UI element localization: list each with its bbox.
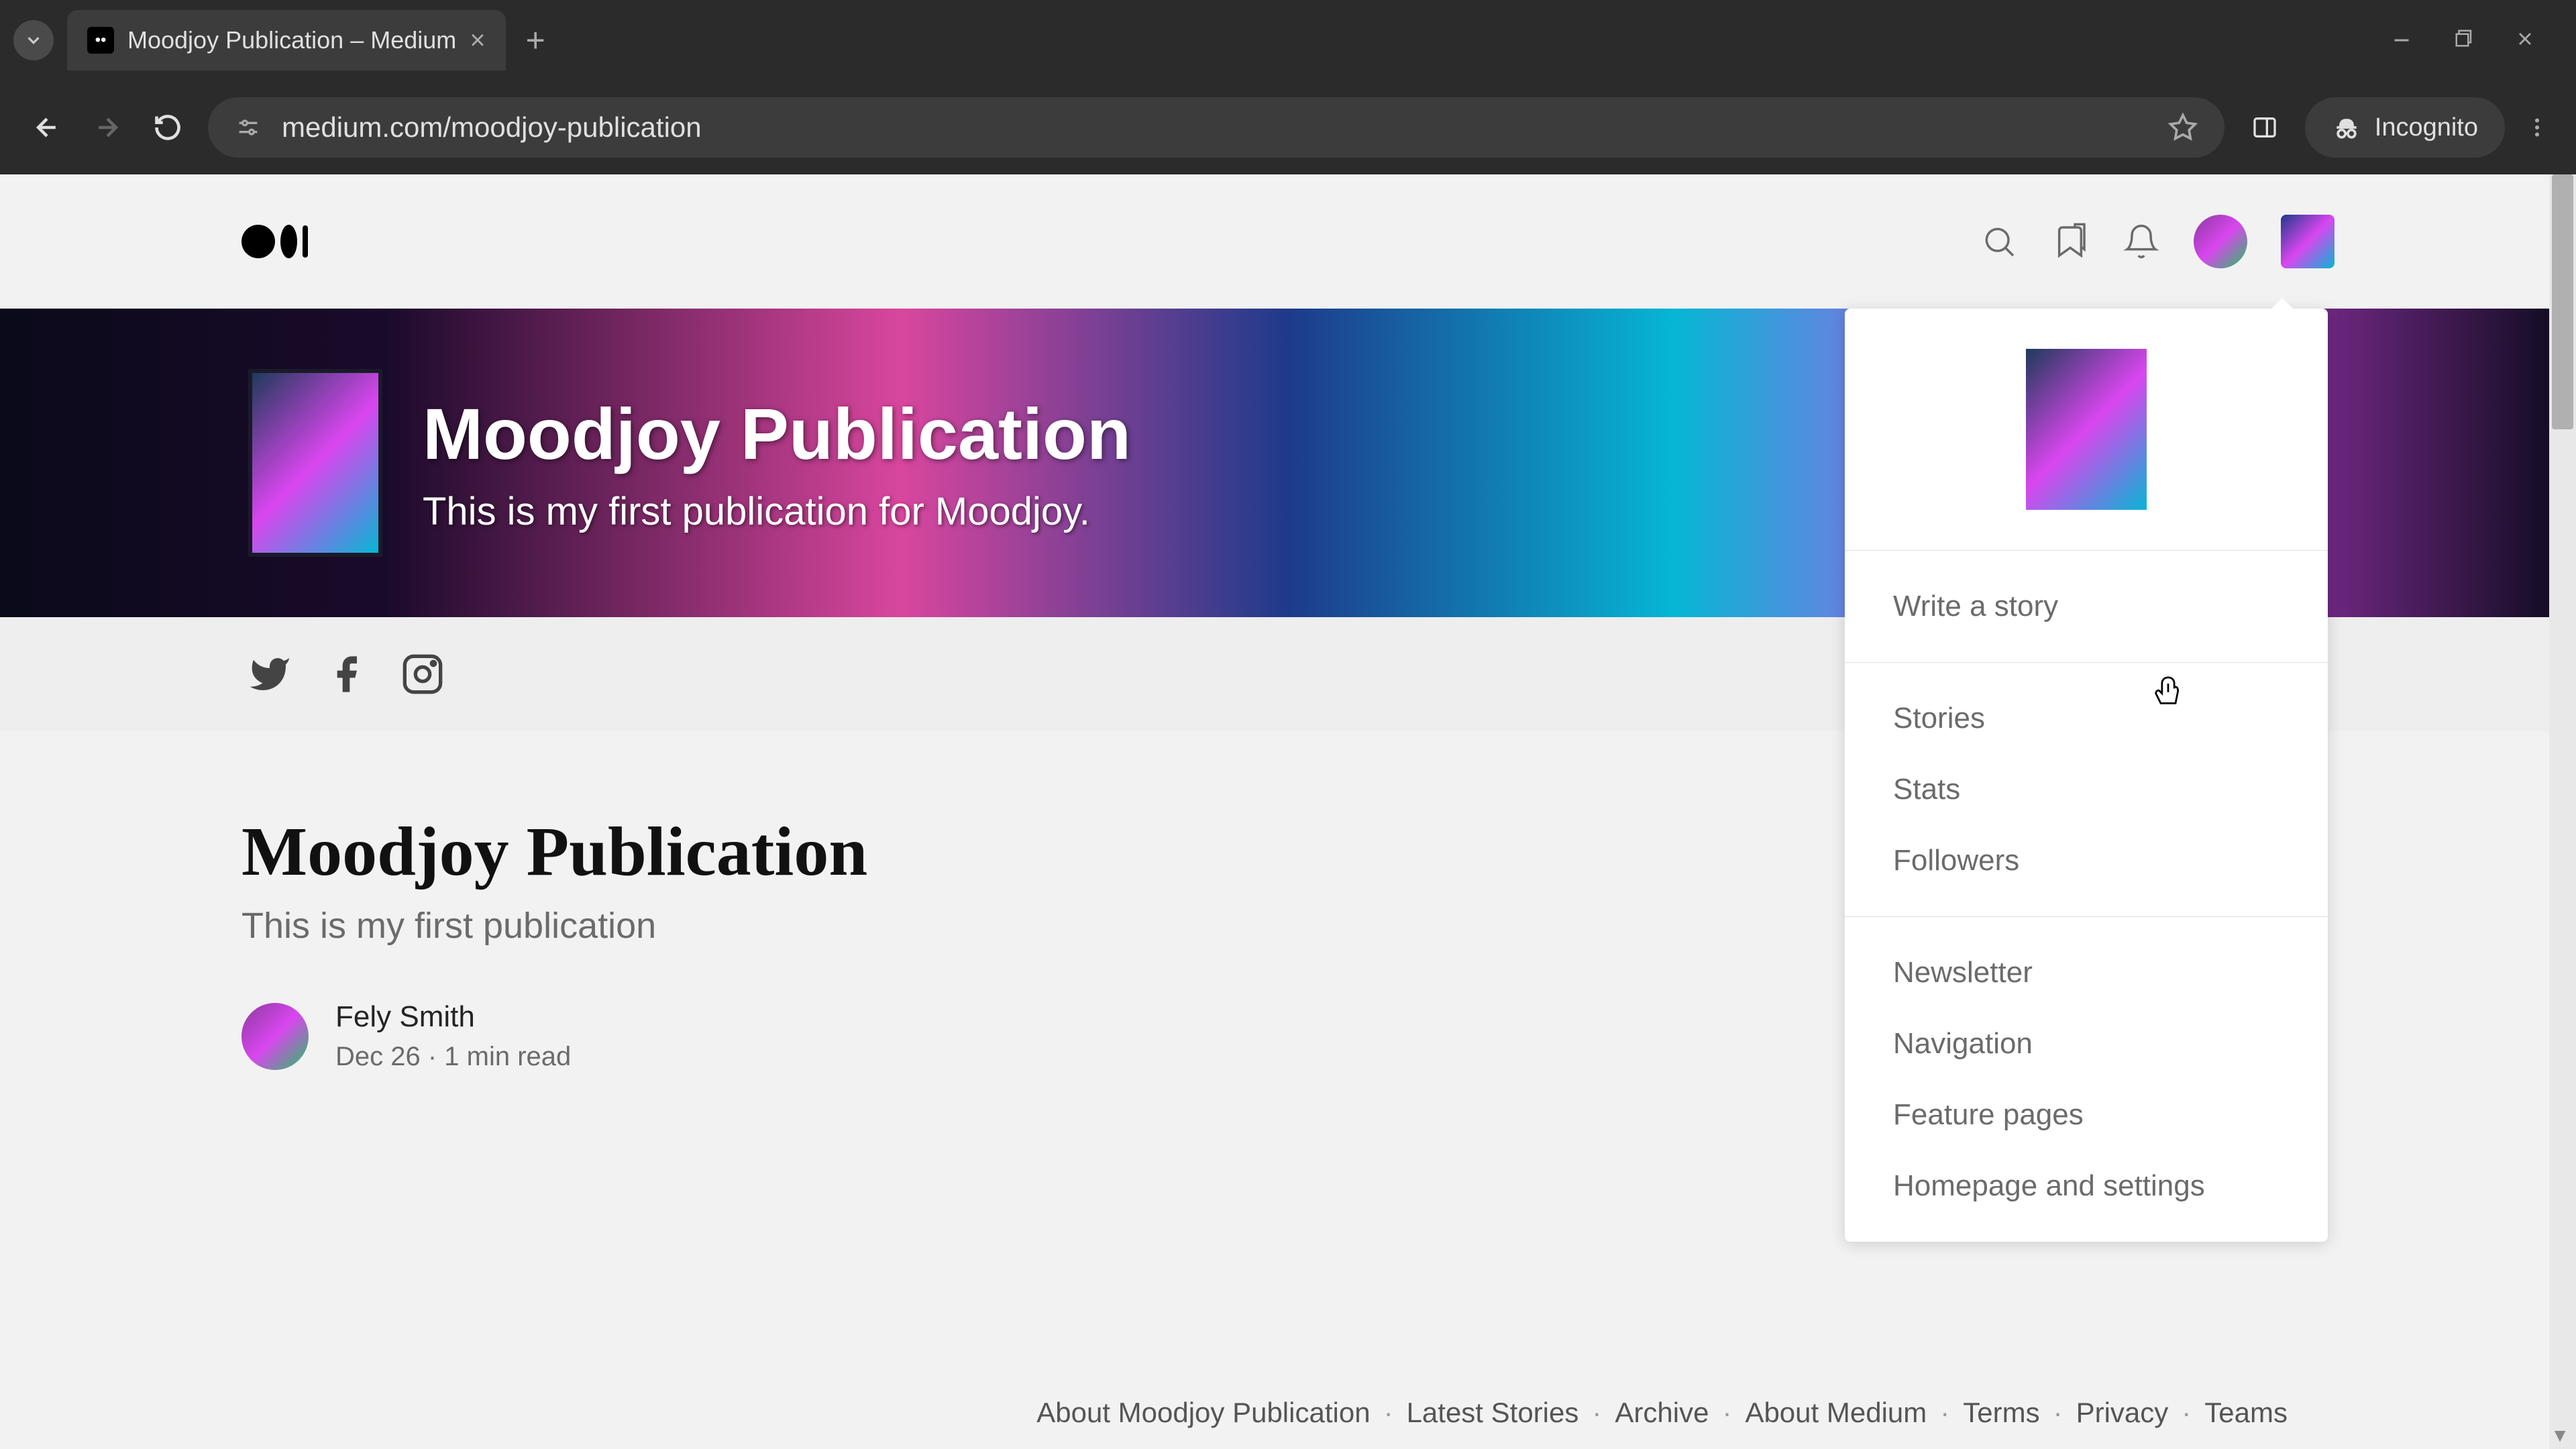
top-nav — [0, 174, 2576, 309]
search-icon[interactable] — [1980, 223, 2018, 260]
author-avatar[interactable] — [241, 1003, 309, 1070]
dropdown-item-homepage-settings[interactable]: Homepage and settings — [1845, 1150, 2328, 1222]
dropdown-section-settings: Newsletter Navigation Feature pages Home… — [1845, 917, 2328, 1242]
hero-text: Moodjoy Publication This is my first pub… — [423, 392, 1131, 534]
address-bar: medium.com/moodjoy-publication Incognito — [0, 80, 2576, 174]
footer-link-privacy[interactable]: Privacy — [2076, 1397, 2169, 1429]
footer-link-about-medium[interactable]: About Medium — [1745, 1397, 1927, 1429]
publication-hero-avatar — [248, 369, 382, 557]
footer-link-latest[interactable]: Latest Stories — [1407, 1397, 1579, 1429]
maximize-icon[interactable] — [2454, 28, 2474, 52]
site-settings-icon[interactable] — [235, 114, 262, 141]
publication-subtitle: This is my first publication for Moodjoy… — [423, 489, 1131, 534]
footer-links: About Moodjoy Publication · Latest Stori… — [1036, 1397, 2288, 1429]
scroll-down-icon[interactable]: ▼ — [2551, 1425, 2569, 1446]
article-date-readtime: Dec 26 · 1 min read — [335, 1042, 571, 1072]
browser-chrome: •• Moodjoy Publication – Medium × + — [0, 0, 2576, 174]
reload-button[interactable] — [148, 107, 188, 148]
footer-link-archive[interactable]: Archive — [1615, 1397, 1709, 1429]
browser-menu-icon[interactable] — [2525, 115, 2549, 140]
incognito-label: Incognito — [2375, 113, 2478, 142]
browser-tab[interactable]: •• Moodjoy Publication – Medium × — [67, 10, 506, 70]
close-window-icon[interactable] — [2514, 28, 2536, 52]
dropdown-publication-image — [2026, 349, 2147, 510]
medium-logo[interactable] — [241, 225, 308, 258]
notifications-icon[interactable] — [2123, 223, 2160, 260]
user-avatar[interactable] — [2194, 215, 2247, 268]
scrollbar-thumb[interactable] — [2552, 174, 2573, 429]
instagram-icon[interactable] — [401, 653, 444, 696]
url-box[interactable]: medium.com/moodjoy-publication — [208, 97, 2224, 158]
bookmark-star-icon[interactable] — [2168, 113, 2198, 142]
dropdown-section-write: Write a story — [1845, 551, 2328, 663]
dropdown-header — [1845, 309, 2328, 551]
footer-link-teams[interactable]: Teams — [2204, 1397, 2288, 1429]
url-text: medium.com/moodjoy-publication — [282, 111, 2148, 144]
minimize-icon[interactable] — [2390, 28, 2414, 52]
footer-link-about-pub[interactable]: About Moodjoy Publication — [1036, 1397, 1370, 1429]
nav-right — [1980, 215, 2334, 268]
publication-dropdown: Write a story Stories Stats Followers Ne… — [1845, 309, 2328, 1242]
dropdown-item-stats[interactable]: Stats — [1845, 754, 2328, 825]
new-tab-button[interactable]: + — [526, 21, 545, 60]
tab-search-dropdown[interactable] — [13, 20, 54, 60]
incognito-badge[interactable]: Incognito — [2305, 97, 2505, 158]
publication-avatar[interactable] — [2281, 215, 2334, 268]
side-panel-icon[interactable] — [2245, 107, 2285, 148]
dropdown-item-feature-pages[interactable]: Feature pages — [1845, 1079, 2328, 1150]
tab-bar: •• Moodjoy Publication – Medium × + — [0, 0, 2576, 80]
dropdown-section-manage: Stories Stats Followers — [1845, 663, 2328, 917]
dropdown-item-newsletter[interactable]: Newsletter — [1845, 937, 2328, 1008]
window-controls — [2390, 28, 2563, 52]
publication-title: Moodjoy Publication — [423, 392, 1131, 476]
logo-oval-icon — [280, 225, 297, 258]
close-tab-icon[interactable]: × — [470, 25, 485, 56]
bookmarks-icon[interactable] — [2051, 223, 2089, 260]
back-button[interactable] — [27, 107, 67, 148]
dropdown-item-followers[interactable]: Followers — [1845, 825, 2328, 896]
twitter-icon[interactable] — [248, 653, 291, 696]
facebook-icon[interactable] — [325, 653, 368, 696]
medium-favicon-icon: •• — [87, 27, 114, 54]
scrollbar-track[interactable]: ▲ ▼ — [2549, 174, 2576, 1449]
logo-line-icon — [303, 225, 308, 258]
footer-link-terms[interactable]: Terms — [1963, 1397, 2039, 1429]
forward-button[interactable] — [87, 107, 127, 148]
dropdown-item-stories[interactable]: Stories — [1845, 683, 2328, 754]
tab-title: Moodjoy Publication – Medium — [127, 26, 456, 54]
page-content: Moodjoy Publication This is my first pub… — [0, 174, 2576, 1449]
author-name[interactable]: Fely Smith — [335, 1000, 571, 1034]
logo-circle-icon — [241, 225, 275, 258]
dropdown-item-navigation[interactable]: Navigation — [1845, 1008, 2328, 1079]
dropdown-item-write-story[interactable]: Write a story — [1845, 571, 2328, 642]
